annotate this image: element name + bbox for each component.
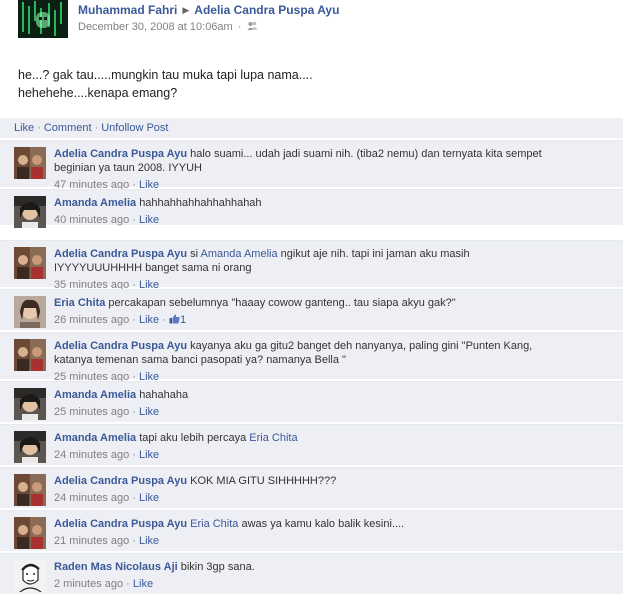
- comment-text: bikin 3gp sana.: [180, 561, 255, 573]
- adelia-avatar-image: [14, 247, 46, 279]
- comment-text: kayanya aku ga gitu2 banget deh nanyanya…: [190, 340, 533, 352]
- post-text-line: hehehehe....kenapa emang?: [18, 86, 178, 100]
- unfollow-post-link[interactable]: Unfollow Post: [101, 122, 168, 134]
- comment-like-count[interactable]: 1: [180, 314, 186, 326]
- comment-item: Amanda Amelia tapi aku lebih percaya Eri…: [0, 424, 623, 465]
- comment-time[interactable]: 40 minutes ago: [54, 214, 129, 226]
- post-header: Muhammad Fahri ▶ Adelia Candra Puspa Ayu D…: [18, 0, 618, 40]
- commenter-name[interactable]: Adelia Candra Puspa Ayu: [54, 148, 187, 160]
- comment-like-link[interactable]: Like: [139, 492, 159, 504]
- comment-like-link[interactable]: Like: [139, 449, 159, 461]
- comment-like-link[interactable]: Like: [133, 578, 153, 590]
- comment-item: Adelia Candra Puspa Ayu Eria Chita awas …: [0, 510, 623, 551]
- post-text-line: he...? gak tau.....mungkin tau muka tapi…: [18, 68, 313, 82]
- commenter-name[interactable]: Raden Mas Nicolaus Aji: [54, 561, 178, 573]
- comment-text: awas ya kamu kalo balik kesini....: [241, 518, 405, 530]
- commenter-avatar[interactable]: [14, 560, 46, 592]
- comment-text: ngikut aje nih. tapi ini jaman aku masih: [280, 248, 470, 260]
- comment-text: hahahaha: [139, 389, 189, 401]
- comment-text: katanya temenan sama banci pasopati ya? …: [54, 354, 346, 366]
- post-names: Muhammad Fahri ▶ Adelia Candra Puspa Ayu: [78, 3, 339, 17]
- commenter-avatar[interactable]: [14, 339, 46, 371]
- comment-item: Amanda Amelia hahahaha 25 minutes ago · …: [0, 381, 623, 422]
- comment-like-link[interactable]: Like: [139, 535, 159, 547]
- comment-time[interactable]: 21 minutes ago: [54, 535, 129, 547]
- comment-text: beginian ya taun 2008. IYYUH: [54, 162, 202, 174]
- commenter-name[interactable]: Adelia Candra Puspa Ayu: [54, 475, 187, 487]
- post-message: he...? gak tau.....mungkin tau muka tapi…: [18, 66, 608, 102]
- post-actions-bar: Like · Comment · Unfollow Post: [0, 118, 623, 138]
- comment-item: Adelia Candra Puspa Ayu KOK MIA GITU SIH…: [0, 467, 623, 508]
- commenter-avatar[interactable]: [14, 296, 46, 328]
- post-target-link[interactable]: Adelia Candra Puspa Ayu: [194, 3, 339, 17]
- comment-item: Adelia Candra Puspa Ayu halo suami... ud…: [0, 140, 623, 191]
- raden-avatar-image: [14, 560, 46, 592]
- comment-item: Eria Chita percakapan sebelumnya "haaay …: [0, 289, 623, 330]
- adelia-avatar-image: [14, 147, 46, 179]
- amanda-avatar-image: [14, 431, 46, 463]
- comment-text: tapi aku lebih percaya: [139, 432, 247, 444]
- amanda-avatar-image: [14, 196, 46, 228]
- comment-item: Adelia Candra Puspa Ayu kayanya aku ga g…: [0, 332, 623, 383]
- action-separator: ·: [37, 122, 41, 134]
- comment-link[interactable]: Comment: [44, 122, 92, 134]
- comment-text: IYYYYUUUHHHH banget sama ni orang: [54, 262, 252, 274]
- amanda-avatar-image: [14, 388, 46, 420]
- mention-link[interactable]: Eria Chita: [190, 518, 238, 530]
- commenter-name[interactable]: Amanda Amelia: [54, 432, 136, 444]
- eria-avatar-image: [14, 296, 46, 328]
- comment-like-link[interactable]: Like: [139, 214, 159, 226]
- commenter-name[interactable]: Amanda Amelia: [54, 389, 136, 401]
- commenter-name[interactable]: Amanda Amelia: [54, 197, 136, 209]
- commenter-avatar[interactable]: [14, 431, 46, 463]
- post-timestamp[interactable]: December 30, 2008 at 10:06am: [78, 21, 233, 33]
- comment-time[interactable]: 2 minutes ago: [54, 578, 123, 590]
- adelia-avatar-image: [14, 517, 46, 549]
- comment-time[interactable]: 25 minutes ago: [54, 406, 129, 418]
- comment-text: KOK MIA GITU SIHHHHH???: [190, 475, 337, 487]
- commenter-name[interactable]: Eria Chita: [54, 297, 105, 309]
- commenter-avatar[interactable]: [14, 388, 46, 420]
- matrix-avatar-image: [18, 0, 68, 38]
- commenter-name[interactable]: Adelia Candra Puspa Ayu: [54, 248, 187, 260]
- comment-time[interactable]: 24 minutes ago: [54, 492, 129, 504]
- comment-text: halo suami... udah jadi suami nih. (tiba…: [190, 148, 542, 160]
- commenter-avatar[interactable]: [14, 474, 46, 506]
- comment-time[interactable]: 24 minutes ago: [54, 449, 129, 461]
- commenter-name[interactable]: Adelia Candra Puspa Ayu: [54, 340, 187, 352]
- comment-item: Adelia Candra Puspa Ayu si Amanda Amelia…: [0, 240, 623, 291]
- thumbs-up-icon[interactable]: [169, 314, 180, 324]
- comment-time[interactable]: 26 minutes ago: [54, 314, 129, 326]
- comment-item: Raden Mas Nicolaus Aji bikin 3gp sana. 2…: [0, 553, 623, 594]
- comment-text: percakapan sebelumnya "haaay cowow gante…: [108, 297, 456, 309]
- mention-link[interactable]: Eria Chita: [249, 432, 297, 444]
- comment-item: Amanda Amelia hahhahhahhahhahhahah 40 mi…: [0, 189, 623, 228]
- like-link[interactable]: Like: [14, 122, 34, 134]
- commenter-avatar[interactable]: [14, 147, 46, 179]
- comment-text: si: [190, 248, 199, 260]
- post-meta: December 30, 2008 at 10:06am ·: [78, 21, 258, 33]
- mention-link[interactable]: Amanda Amelia: [201, 248, 278, 260]
- comment-text: hahhahhahhahhahhahah: [139, 197, 262, 209]
- commenter-avatar[interactable]: [14, 196, 46, 228]
- comment-like-link[interactable]: Like: [139, 314, 159, 326]
- adelia-avatar-image: [14, 474, 46, 506]
- commenter-avatar[interactable]: [14, 247, 46, 279]
- commenter-name[interactable]: Adelia Candra Puspa Ayu: [54, 518, 187, 530]
- meta-separator: ·: [237, 21, 242, 33]
- commenter-avatar[interactable]: [14, 517, 46, 549]
- arrow-right-icon: ▶: [182, 5, 190, 15]
- action-separator: ·: [94, 122, 99, 134]
- adelia-avatar-image: [14, 339, 46, 371]
- comment-like-link[interactable]: Like: [139, 406, 159, 418]
- friends-icon[interactable]: [247, 21, 258, 31]
- author-avatar[interactable]: [18, 0, 68, 38]
- post-author-link[interactable]: Muhammad Fahri: [78, 3, 177, 17]
